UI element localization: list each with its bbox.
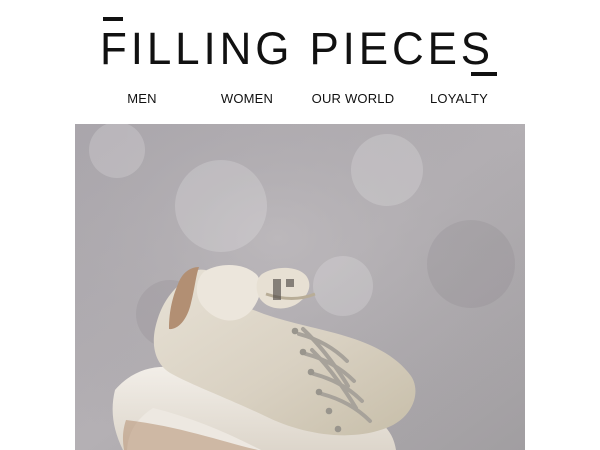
hero-banner[interactable] [75,124,525,450]
logo-overline-mark [103,17,123,21]
nav-item-our-world[interactable]: OUR WORLD [300,88,406,110]
email-page: FILLING PIECES MEN WOMEN OUR WORLD LOYAL… [0,0,600,450]
brand-logo-text: FILLING PIECES [100,23,494,74]
main-navigation: MEN WOMEN OUR WORLD LOYALTY [0,88,600,110]
nav-item-women[interactable]: WOMEN [202,88,292,110]
brand-logo[interactable]: FILLING PIECES [0,0,600,84]
logo-underline-mark [471,72,497,76]
nav-item-men[interactable]: MEN [98,88,186,110]
hero-sneaker-image [75,124,525,450]
nav-item-loyalty[interactable]: LOYALTY [416,88,502,110]
brand-logo-wordmark: FILLING PIECES [100,17,497,76]
